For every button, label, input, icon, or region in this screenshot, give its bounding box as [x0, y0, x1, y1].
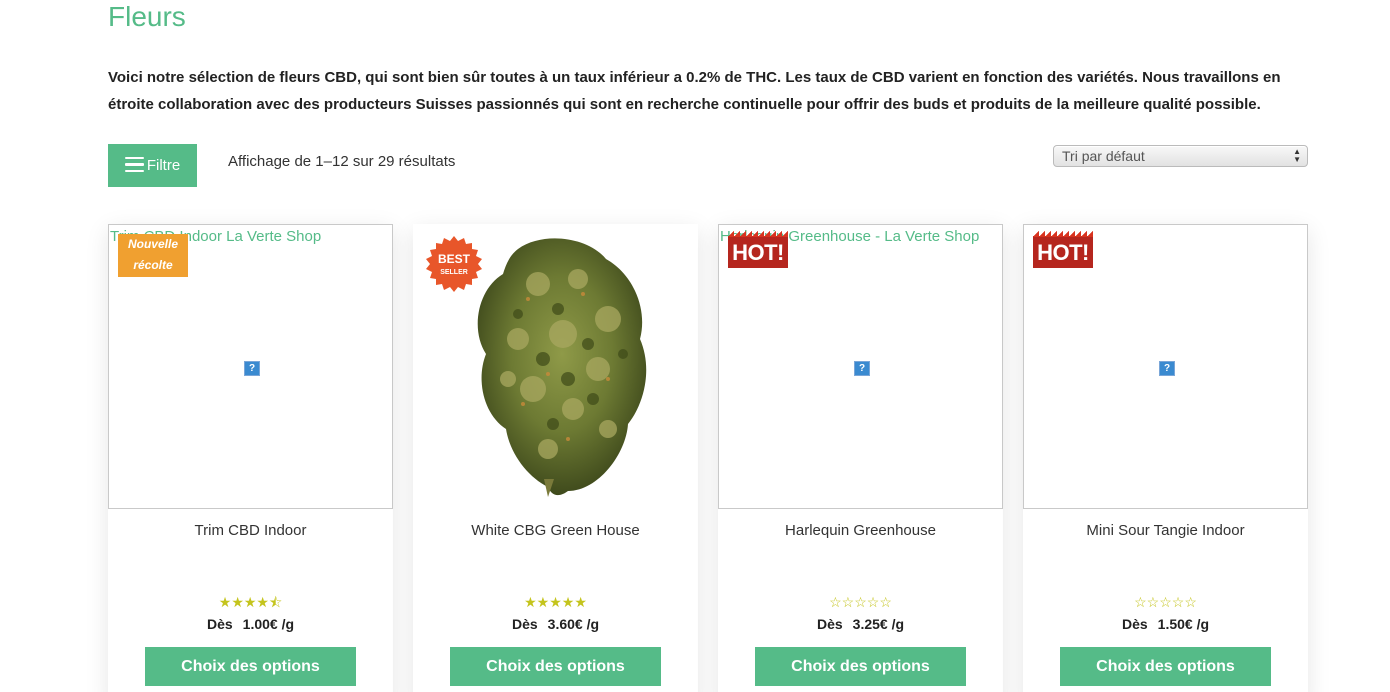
price-prefix: Dès: [206, 616, 233, 632]
product-card: Harlequin Greenhouse - La Verte Shop ? H…: [718, 224, 1003, 692]
filter-button[interactable]: Filtre: [108, 144, 197, 187]
hot-badge: HOT!: [1033, 231, 1093, 268]
product-card: Trim CBD Indoor La Verte Shop ? Nouvelle…: [108, 224, 393, 692]
price-value: 1.50€ /g: [1157, 616, 1210, 632]
sort-select[interactable]: Tri par défaut ▲ ▼: [1053, 145, 1308, 167]
choose-options-button[interactable]: Choix des options: [755, 647, 966, 686]
star-rating: ★★★★⯪: [218, 594, 283, 610]
page-title: Fleurs: [108, 1, 186, 32]
hot-badge: HOT!: [728, 231, 788, 268]
sort-selected-value: Tri par défaut: [1062, 148, 1145, 164]
star-rating: ☆☆☆☆☆: [1134, 594, 1197, 610]
broken-image-icon: ?: [1159, 361, 1175, 376]
choose-options-button[interactable]: Choix des options: [145, 647, 356, 686]
price-value: 3.25€ /g: [852, 616, 905, 632]
choose-options-button[interactable]: Choix des options: [450, 647, 661, 686]
product-price: Dès 1.00€ /g: [108, 615, 393, 633]
result-count: Affichage de 1–12 sur 29 résultats: [228, 153, 456, 170]
product-title[interactable]: Harlequin Greenhouse: [718, 522, 1003, 540]
price-value: 3.60€ /g: [547, 616, 600, 632]
product-title[interactable]: Mini Sour Tangie Indoor: [1023, 522, 1308, 540]
best-seller-badge: BEST SELLER: [426, 236, 482, 292]
star-rating: ★★★★★: [524, 594, 587, 610]
category-description: Voici notre sélection de fleurs CBD, qui…: [108, 69, 1281, 113]
product-price: Dès 3.60€ /g: [413, 615, 698, 633]
price-value: 1.00€ /g: [242, 616, 295, 632]
broken-image-icon: ?: [854, 361, 870, 376]
price-prefix: Dès: [816, 616, 843, 632]
broken-image-icon: ?: [244, 361, 260, 376]
badge-line: BEST: [438, 252, 471, 266]
filter-label: Filtre: [146, 157, 181, 174]
badge-line: Nouvelle: [127, 237, 178, 251]
product-title[interactable]: White CBG Green House: [413, 522, 698, 540]
menu-icon: [124, 156, 144, 173]
product-title[interactable]: Trim CBD Indoor: [108, 522, 393, 540]
badge-line: récolte: [133, 258, 173, 272]
product-card: ? HOT! Mini Sour Tangie Indoor ☆☆☆☆☆ Dès…: [1023, 224, 1308, 692]
product-card: BEST SELLER White CBG Green House ★★★★★ …: [413, 224, 698, 692]
star-rating: ☆☆☆☆☆: [829, 594, 892, 610]
product-price: Dès 1.50€ /g: [1023, 615, 1308, 633]
price-prefix: Dès: [511, 616, 538, 632]
badge-line: SELLER: [440, 269, 468, 276]
product-price: Dès 3.25€ /g: [718, 615, 1003, 633]
new-harvest-badge: Nouvelle récolte: [118, 234, 188, 277]
select-arrows-icon: ▲ ▼: [1293, 147, 1301, 164]
choose-options-button[interactable]: Choix des options: [1060, 647, 1271, 686]
price-prefix: Dès: [1121, 616, 1148, 632]
